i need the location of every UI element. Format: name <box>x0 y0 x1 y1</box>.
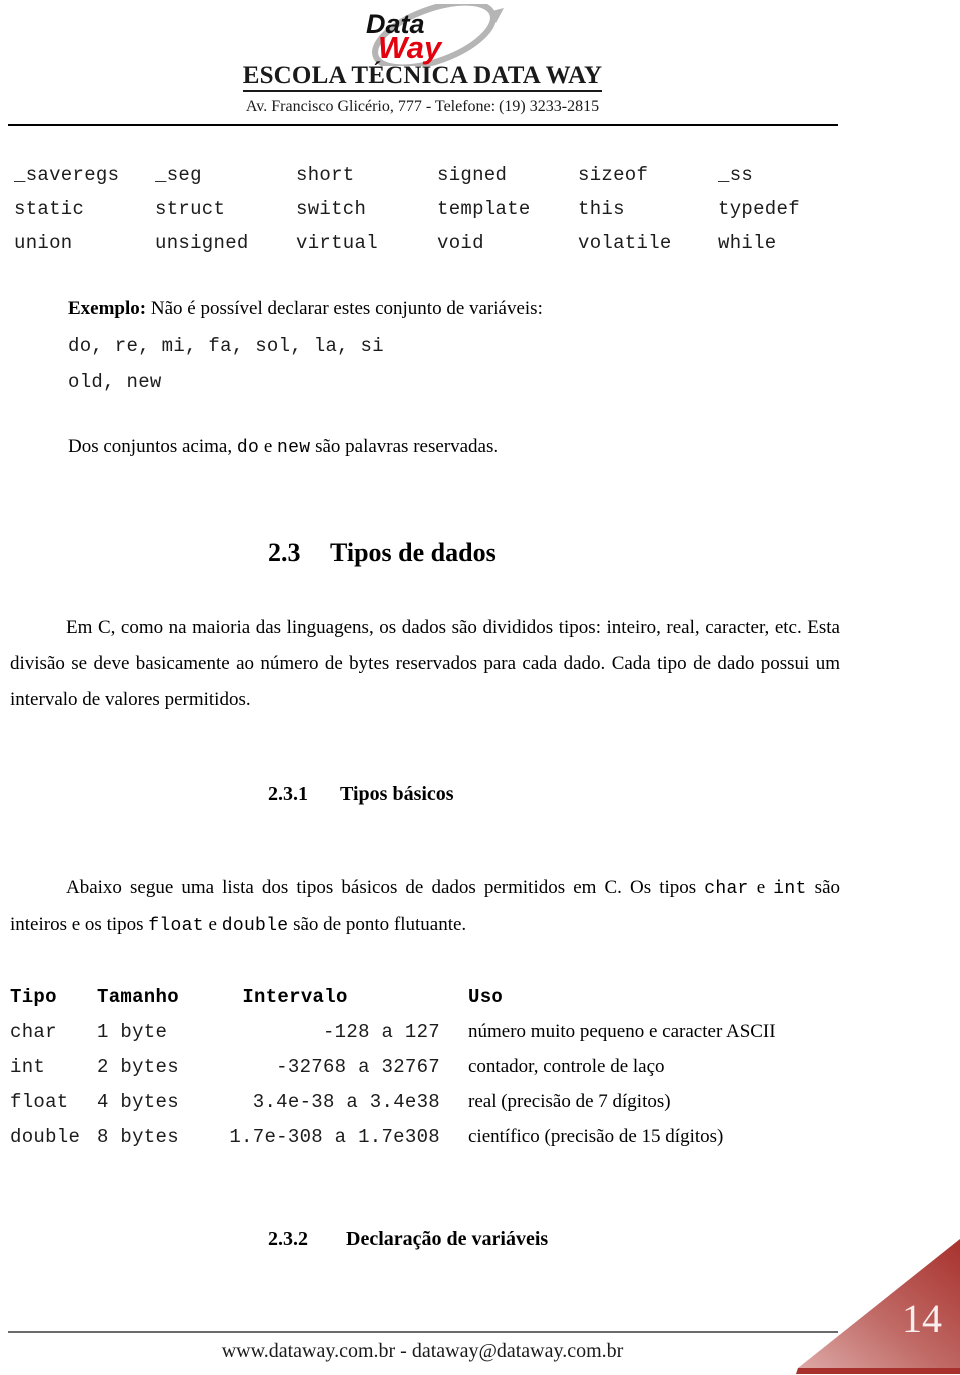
note-prefix: Dos conjuntos acima, <box>68 436 237 457</box>
keyword: _seg <box>155 164 202 186</box>
cell-uso: número muito pequeno e caracter ASCII <box>468 1021 776 1042</box>
keyword: union <box>14 232 73 254</box>
keyword: sizeof <box>578 164 649 186</box>
footer-divider <box>8 1331 838 1333</box>
cell-uso: científico (precisão de 15 dígitos) <box>468 1126 724 1147</box>
inline-code-char: char <box>704 879 749 899</box>
table-header-row: Tipo Tamanho Intervalo Uso <box>0 986 960 1021</box>
note-middle: e <box>259 436 278 457</box>
paragraph-tipos-de-dados: Em C, como na maioria das linguagens, os… <box>10 610 840 718</box>
keyword: _ss <box>718 164 754 186</box>
column-header-tipo: Tipo <box>10 986 57 1008</box>
footer-contact: www.dataway.com.br - dataway@dataway.com… <box>221 1340 624 1362</box>
paragraph-part-4: e <box>203 914 222 935</box>
note-code-new: new <box>277 438 311 458</box>
heading-2-3-1-title: Tipos básicos <box>340 783 454 805</box>
cell-uso: real (precisão de 7 dígitos) <box>468 1091 671 1112</box>
heading-2-3-2-number: 2.3.2 <box>268 1228 308 1250</box>
inline-code-double: double <box>221 916 289 936</box>
page-number-corner: 14 <box>788 1235 960 1375</box>
paragraph-text: Em C, como na maioria das linguagens, os… <box>10 617 840 710</box>
keyword: static <box>14 198 85 220</box>
heading-2-3-1: 2.3.1 Tipos básicos <box>268 783 454 806</box>
keyword: void <box>437 232 484 254</box>
keyword-row: union unsigned virtual void volatile whi… <box>0 232 960 266</box>
paragraph-part-1: Abaixo segue uma lista dos tipos básicos… <box>66 877 705 898</box>
cell-tipo: double <box>10 1126 81 1148</box>
heading-2-3-2-title: Declaração de variáveis <box>346 1228 549 1250</box>
school-address: Av. Francisco Glicério, 777 - Telefone: … <box>245 98 600 115</box>
heading-2-3: 2.3 Tipos de dados <box>268 538 496 568</box>
example-code-line-2: old, new <box>68 371 162 393</box>
dataway-logo: Data Way <box>338 4 528 66</box>
column-header-uso: Uso <box>468 986 504 1008</box>
heading-2-3-2: 2.3.2 Declaração de variáveis <box>268 1228 548 1251</box>
keyword: _saveregs <box>14 164 120 186</box>
note-code-do: do <box>236 438 260 458</box>
keyword: short <box>296 164 355 186</box>
cell-intervalo: 3.4e-38 a 3.4e38 <box>252 1091 440 1113</box>
table-row: int 2 bytes -32768 a 32767 contador, con… <box>0 1056 960 1091</box>
example-text: Não é possível declarar estes conjunto d… <box>146 298 543 319</box>
heading-2-3-1-number: 2.3.1 <box>268 783 308 805</box>
page-header: Data Way ESCOLA TÉCNICA DATA WAY Av. Fra… <box>0 0 960 128</box>
heading-2-3-title: Tipos de dados <box>330 538 496 567</box>
example-code-line-1: do, re, mi, fa, sol, la, si <box>68 335 384 357</box>
column-header-intervalo: Intervalo <box>242 986 348 1008</box>
keyword: unsigned <box>155 232 249 254</box>
cell-intervalo: -32768 a 32767 <box>276 1056 440 1078</box>
heading-2-3-number: 2.3 <box>268 538 301 567</box>
inline-code-float: float <box>148 916 204 936</box>
reserved-keywords-grid: _saveregs _seg short signed sizeof _ss s… <box>0 164 960 266</box>
svg-text:Way: Way <box>378 30 443 65</box>
paragraph-tipos-basicos: Abaixo segue uma lista dos tipos básicos… <box>10 870 840 944</box>
keyword: switch <box>296 198 367 220</box>
example-label: Exemplo: <box>68 298 147 319</box>
keyword: this <box>578 198 625 220</box>
cell-tipo: int <box>10 1056 46 1078</box>
keyword: while <box>718 232 777 254</box>
cell-intervalo: -128 a 127 <box>322 1021 440 1043</box>
page-number: 14 <box>902 1296 942 1341</box>
inline-code-int: int <box>773 879 807 899</box>
school-name-text: ESCOLA TÉCNICA DATA WAY <box>242 62 603 92</box>
keyword-row: static struct switch template this typed… <box>0 198 960 232</box>
cell-tipo: float <box>10 1091 69 1113</box>
example-heading-line: Exemplo: Não é possível declarar estes c… <box>68 298 543 320</box>
reserved-words-note: Dos conjuntos acima, do e new são palavr… <box>68 436 498 458</box>
keyword: struct <box>155 198 226 220</box>
keyword: template <box>437 198 531 220</box>
cell-tipo: char <box>10 1021 57 1043</box>
header-divider <box>8 124 838 126</box>
school-name: ESCOLA TÉCNICA DATA WAY <box>0 62 845 92</box>
keyword: volatile <box>578 232 672 254</box>
table-row: char 1 byte -128 a 127 número muito pequ… <box>0 1021 960 1056</box>
keyword: typedef <box>718 198 800 220</box>
keyword-row: _saveregs _seg short signed sizeof _ss <box>0 164 960 198</box>
paragraph-part-5: são de ponto flutuante. <box>288 914 467 935</box>
document-page: Data Way ESCOLA TÉCNICA DATA WAY Av. Fra… <box>0 0 960 1375</box>
paragraph-part-2: e <box>748 877 774 898</box>
table-row: double 8 bytes 1.7e-308 a 1.7e308 cientí… <box>0 1126 960 1161</box>
keyword: virtual <box>296 232 378 254</box>
table-row: float 4 bytes 3.4e-38 a 3.4e38 real (pre… <box>0 1091 960 1126</box>
data-types-table: Tipo Tamanho Intervalo Uso char 1 byte -… <box>0 986 960 1161</box>
note-suffix: são palavras reservadas. <box>310 436 499 457</box>
cell-intervalo: 1.7e-308 a 1.7e308 <box>229 1126 440 1148</box>
keyword: signed <box>437 164 508 186</box>
cell-uso: contador, controle de laço <box>468 1056 665 1077</box>
